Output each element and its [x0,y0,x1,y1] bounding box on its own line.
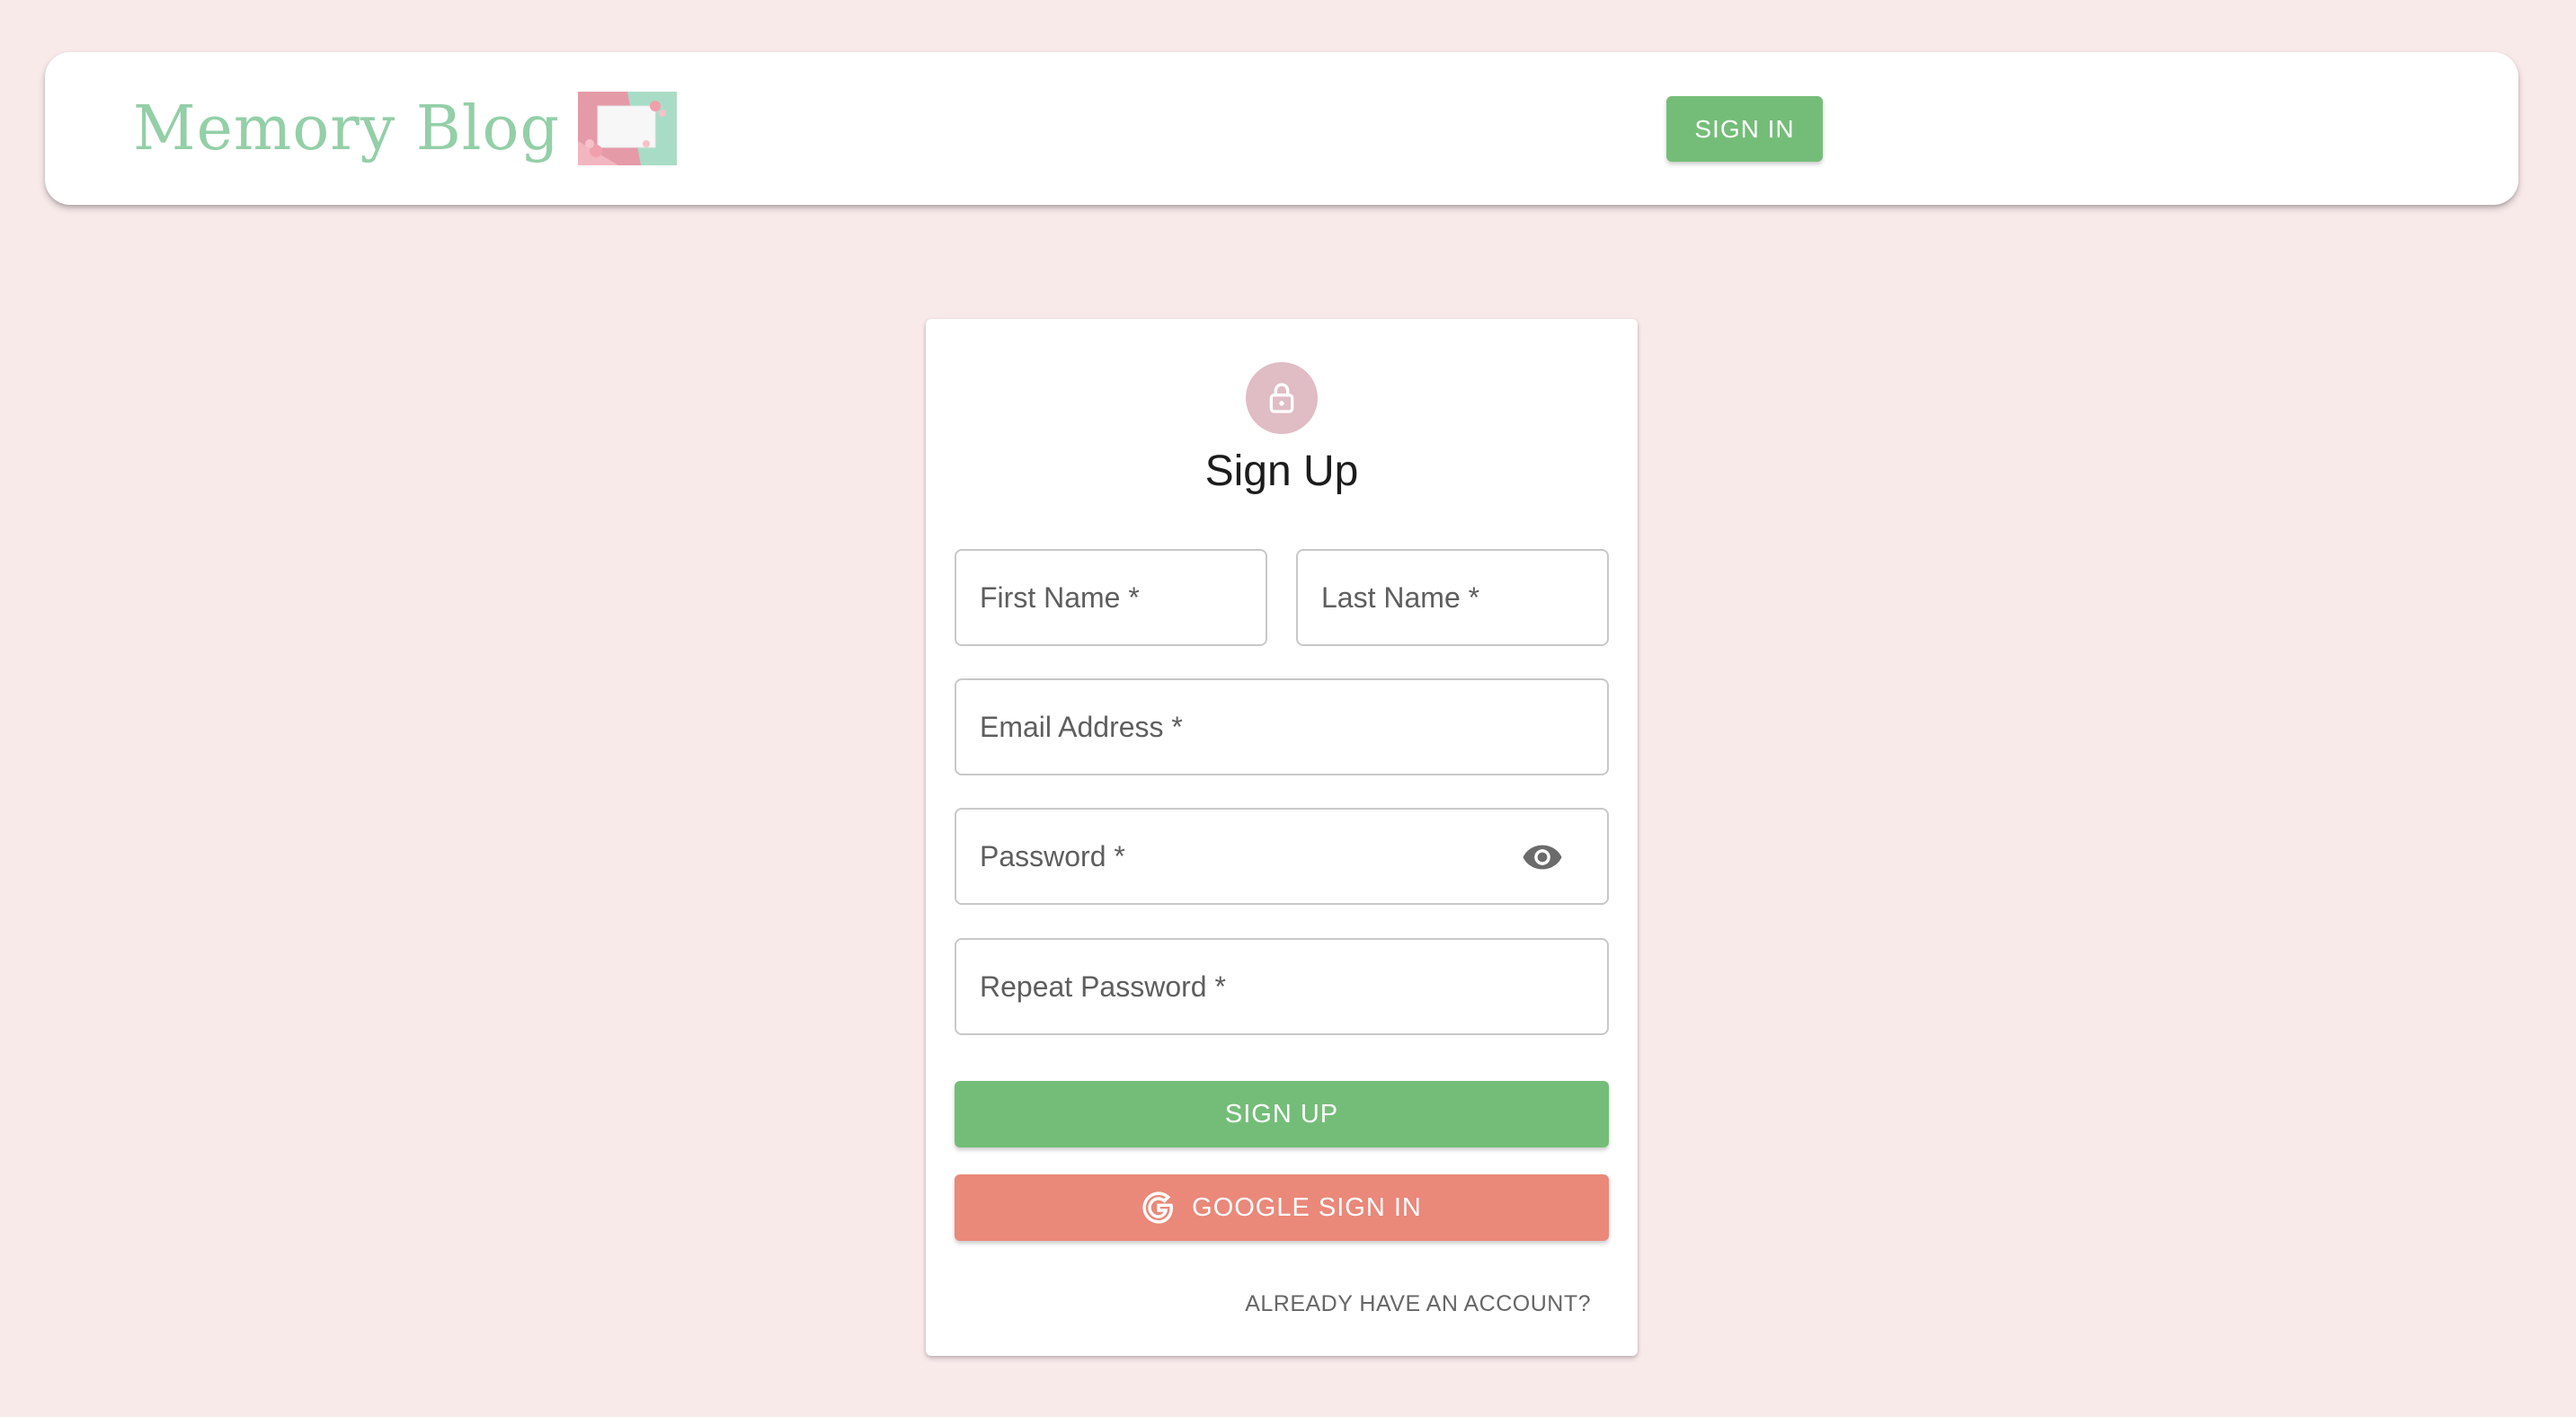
google-sign-in-label: GOOGLE SIGN IN [1192,1192,1422,1222]
memory-card-image [578,92,678,165]
repeat-password-field[interactable] [955,938,1609,1035]
sign-up-button-label: SIGN UP [1224,1099,1339,1129]
email-input[interactable] [956,680,1607,774]
lock-icon [1269,383,1294,413]
last-name-input[interactable] [1298,551,1607,644]
avatar [1246,362,1318,434]
first-name-field[interactable] [955,549,1267,646]
header-sign-in-button[interactable]: SIGN IN [1666,96,1823,162]
email-field[interactable] [955,678,1609,775]
google-sign-in-button[interactable]: GOOGLE SIGN IN [955,1174,1609,1241]
sign-up-button[interactable]: SIGN UP [955,1081,1609,1147]
eye-icon [1523,845,1562,870]
switch-to-sign-in-link[interactable]: ALREADY HAVE AN ACCOUNT? [1241,1284,1594,1324]
first-name-input[interactable] [956,551,1266,644]
password-input[interactable] [956,810,1607,903]
last-name-field[interactable] [1296,549,1609,646]
page-title: Sign Up [1204,447,1359,495]
password-visibility-toggle[interactable] [1521,843,1564,872]
app-bar: Memory Blog SIGN IN [45,52,2518,205]
password-field[interactable] [955,808,1609,905]
repeat-password-input[interactable] [956,940,1607,1033]
brand-title[interactable]: Memory Blog [133,93,560,164]
google-icon [1141,1191,1176,1225]
brand[interactable]: Memory Blog [133,92,678,165]
sign-up-card: Sign Up SIGN UP GOOGLE SIGN IN ALREA [926,319,1638,1356]
